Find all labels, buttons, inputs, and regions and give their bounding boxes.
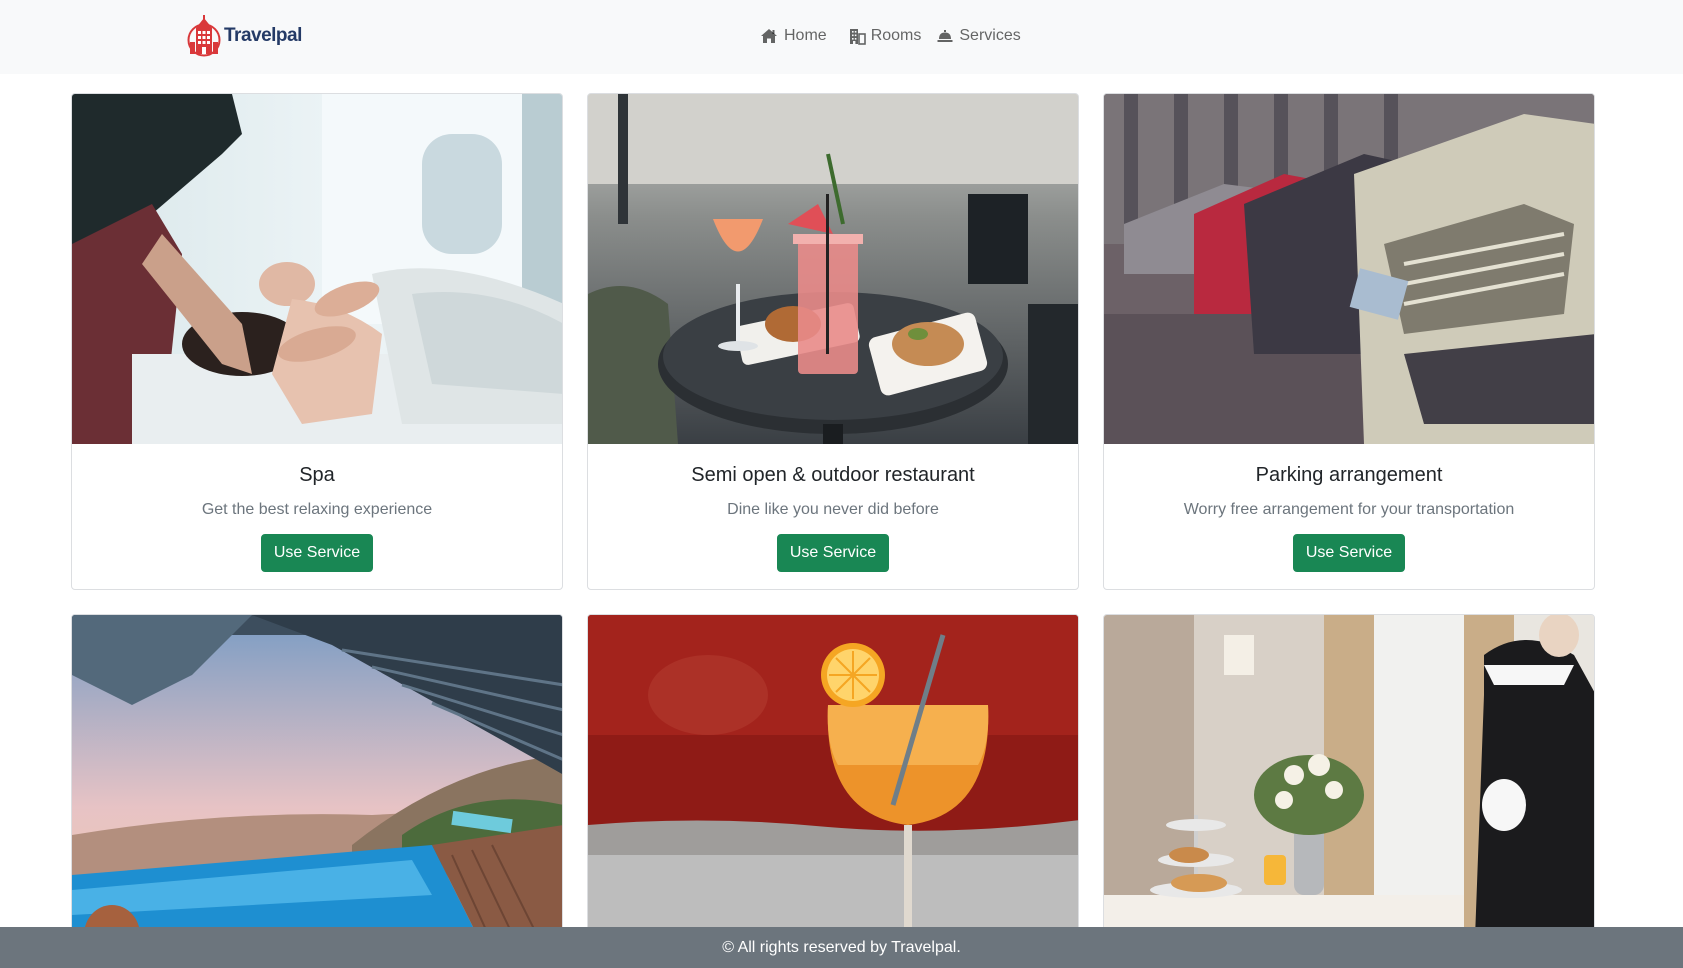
nav-item-label: Services: [959, 27, 1021, 44]
infinity-pool-photo: [72, 615, 562, 965]
footer: © All rights reserved by Travelpal.: [0, 927, 1683, 968]
service-card-room-service: [1103, 614, 1595, 966]
copyright-text: © All rights reserved by Travelpal.: [722, 939, 961, 956]
main-navigation: Home Rooms Services: [760, 24, 1021, 48]
nav-item-rooms[interactable]: Rooms: [849, 27, 922, 45]
service-card-parking: Parking arrangement Worry free arrangeme…: [1103, 93, 1595, 590]
nav-item-home[interactable]: Home: [760, 27, 827, 45]
card-description: Dine like you never did before: [727, 501, 939, 518]
navbar: Travelpal Home Rooms Services: [0, 0, 1683, 74]
service-card-spa: Spa Get the best relaxing experience Use…: [71, 93, 563, 590]
use-service-button[interactable]: Use Service: [260, 534, 374, 572]
card-title: Semi open & outdoor restaurant: [691, 464, 975, 486]
card-body: Parking arrangement Worry free arrangeme…: [1104, 444, 1594, 589]
room-service-photo: [1104, 615, 1594, 965]
use-service-button[interactable]: Use Service: [1292, 534, 1406, 572]
building-icon: [849, 29, 866, 45]
service-card-pool: [71, 614, 563, 966]
brand-logo-link[interactable]: Travelpal: [187, 14, 302, 58]
nav-item-services[interactable]: Services: [937, 27, 1021, 45]
card-body: Semi open & outdoor restaurant Dine like…: [588, 444, 1078, 589]
nav-item-label: Rooms: [870, 27, 922, 44]
card-body: Spa Get the best relaxing experience Use…: [72, 444, 562, 589]
card-description: Get the best relaxing experience: [201, 501, 433, 518]
cocktail-drink-photo: [588, 615, 1078, 965]
brand-name: Travelpal: [224, 25, 302, 46]
hotel-logo-icon: [187, 15, 221, 57]
service-card-restaurant: Semi open & outdoor restaurant Dine like…: [587, 93, 1079, 590]
outdoor-restaurant-photo: [588, 94, 1078, 444]
spa-massage-photo: [72, 94, 562, 444]
home-icon: [761, 29, 777, 43]
nav-item-label: Home: [784, 27, 827, 44]
use-service-button[interactable]: Use Service: [776, 534, 890, 572]
card-description: Worry free arrangement for your transpor…: [1183, 501, 1515, 518]
service-card-bar: [587, 614, 1079, 966]
service-bell-icon: [937, 30, 953, 42]
card-title: Parking arrangement: [1255, 464, 1443, 486]
parked-cars-photo: [1104, 94, 1594, 444]
card-title: Spa: [299, 464, 335, 486]
